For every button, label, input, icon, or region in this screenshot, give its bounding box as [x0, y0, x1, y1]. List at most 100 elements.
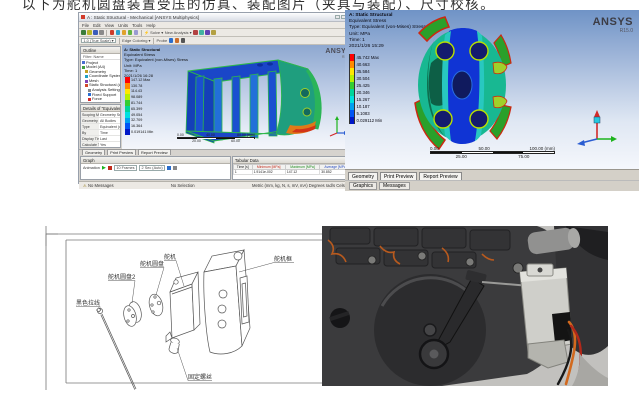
detail-value[interactable]: Last — [99, 136, 120, 141]
label-screw: 固定螺丝 — [188, 373, 212, 381]
chart-icon[interactable] — [173, 166, 177, 170]
duration-select[interactable]: 2 Sec (Auto) — [139, 165, 165, 171]
label-wire: 黑色拉线 — [76, 299, 100, 307]
toolbar-icon[interactable] — [110, 30, 115, 35]
play-icon[interactable] — [102, 166, 106, 170]
tabular-data-panel: Tabular Data Time [s] Minimum [MPa] Maxi… — [232, 156, 353, 180]
outline-header: Outline — [81, 47, 120, 54]
toolbar-icon[interactable] — [87, 30, 92, 35]
messages-icon: ⚠ — [83, 183, 87, 188]
assembly-drawing: 黑色拉线 舵机圆盘2 舵机圆盘 舵机 舵机框 固定螺丝 — [36, 226, 322, 390]
toolbar-icon[interactable] — [122, 30, 127, 35]
menu-tools[interactable]: Tools — [132, 23, 142, 28]
disk-triad-icon[interactable] — [573, 107, 617, 147]
messages-status[interactable]: No Messages — [88, 183, 114, 188]
tab-geometry[interactable]: Geometry — [82, 149, 105, 155]
disk-subtabs: Graphics Messages — [345, 180, 639, 191]
toolbar-icon[interactable] — [175, 38, 180, 43]
tab-print-preview[interactable]: Print Preview — [107, 149, 136, 155]
col-maximum[interactable]: Maximum [MPa] — [285, 165, 319, 170]
toolbar-icon[interactable] — [193, 30, 198, 35]
detail-value[interactable]: Yes — [99, 142, 120, 147]
analysis-icon — [85, 84, 88, 87]
disk-viewport[interactable]: A: Static Structural Equivalent Stress T… — [345, 10, 639, 169]
document-page: 以下为舵机圆盘装置受压的仿真、装配图片（夹具与装配）、尺寸校核。 A : Sta… — [0, 0, 639, 412]
tab-messages[interactable]: Messages — [379, 182, 410, 190]
label-disc2: 舵机圆盘2 — [108, 273, 136, 281]
detail-key: By — [81, 130, 99, 135]
edge-coloring-select[interactable]: Edge Coloring ▾ — [122, 38, 150, 43]
disk-result-view: A: Static Structural Equivalent Stress T… — [345, 10, 639, 191]
label-frame: 舵机框 — [274, 255, 292, 263]
detail-key: Type — [81, 124, 99, 129]
servo-disc2-part — [122, 300, 144, 327]
animation-label: Animation — [83, 166, 100, 170]
toolbar-icon[interactable] — [81, 30, 86, 35]
model-icon — [82, 66, 85, 69]
col-minimum[interactable]: Minimum [MPa] — [252, 165, 285, 170]
tab-graphics[interactable]: Graphics — [349, 182, 377, 190]
tree-item[interactable]: Solution (A6) — [82, 102, 119, 103]
selection-status: No Selection — [171, 183, 195, 188]
solve-button[interactable]: ⚡ Solve ▾ — [144, 30, 163, 35]
disk-fea-model — [405, 15, 519, 157]
menu-edit[interactable]: Edit — [93, 23, 101, 28]
detail-value[interactable]: Equivalent (von-Mises) — [99, 124, 120, 129]
toolbar-icon[interactable] — [99, 30, 104, 35]
result-scale-select[interactable]: 1.0 (True Scale) ▾ — [81, 38, 116, 44]
title-bar[interactable]: A : Static Structural - Mechanical [ANSY… — [79, 13, 354, 22]
disk-viewport-tabs: Geometry Print Preview Report Preview — [345, 169, 639, 180]
tab-print-preview[interactable]: Print Preview — [380, 172, 417, 180]
disk-stress-legend: 45.742 Max 40.663 35.584 30.504 25.425 2… — [349, 54, 382, 124]
toolbar-icon[interactable] — [93, 30, 98, 35]
menu-file[interactable]: File — [82, 23, 89, 28]
probe-button[interactable]: Probe — [157, 38, 168, 43]
outline-tree: Project Model (A4) Geometry Coordinate S… — [81, 60, 120, 103]
tab-report-preview[interactable]: Report Preview — [138, 149, 171, 155]
tab-geometry[interactable]: Geometry — [348, 172, 378, 180]
tab-report-preview[interactable]: Report Preview — [419, 172, 461, 180]
toolbar-icon[interactable] — [128, 30, 133, 35]
ansys-mechanical-window: A : Static Structural - Mechanical [ANSY… — [78, 12, 355, 184]
toolbar-icon[interactable] — [116, 30, 121, 35]
details-header: Details of "Equivalent Stress" — [81, 105, 120, 112]
sensor-bracket — [520, 264, 572, 368]
menu-bar: File Edit View Units Tools Help — [79, 22, 354, 29]
tabular-header: Tabular Data — [233, 157, 352, 164]
toolbar-icon[interactable] — [181, 38, 186, 43]
label-servo: 舵机 — [164, 253, 176, 261]
toolbar-icon[interactable] — [205, 30, 210, 35]
scale-ruler: 0.00 40.00 80.00 (mm) 20.00 60.00 — [177, 133, 255, 144]
frames-select[interactable]: 10 Frames — [114, 165, 137, 171]
detail-key: Display Time — [81, 136, 99, 141]
app-icon — [81, 15, 85, 19]
detail-value[interactable]: Geometry Selection — [99, 112, 120, 117]
export-icon[interactable] — [167, 166, 171, 170]
menu-view[interactable]: View — [105, 23, 114, 28]
graph-panel: Graph Animation 10 Frames 2 Sec (Auto) — [80, 156, 231, 180]
toolbar-icon[interactable] — [134, 30, 139, 35]
menu-help[interactable]: Help — [146, 23, 155, 28]
project-icon — [82, 61, 85, 64]
servo-frame-part — [204, 250, 250, 354]
toolbar-icon[interactable] — [199, 30, 204, 35]
settings-icon — [88, 89, 91, 92]
drawing-parts — [97, 250, 250, 390]
label-disc: 舵机圆盘 — [140, 260, 164, 268]
stop-icon[interactable] — [108, 166, 112, 170]
support-icon — [88, 93, 91, 96]
graph-header: Graph — [81, 157, 230, 164]
graphics-viewport[interactable]: A: Static Structural Equivalent Stress T… — [122, 45, 354, 149]
detail-value[interactable]: All Bodies — [99, 118, 120, 123]
servo-disc-part — [147, 293, 165, 317]
geometry-icon — [85, 70, 88, 73]
table-row[interactable]: 1 1.9141e-002 147.12 30.852 — [233, 170, 351, 175]
mesh-icon — [85, 80, 88, 83]
menu-units[interactable]: Units — [118, 23, 128, 28]
toolbar-icon[interactable] — [211, 30, 216, 35]
minimize-button[interactable] — [335, 15, 340, 19]
toolbar-icon[interactable] — [169, 38, 174, 43]
show-errors-button[interactable]: New Analysis ▾ — [165, 30, 192, 35]
disk-scale-ruler: 0.00 50.00 100.00 (mm) 25.00 75.00 — [430, 146, 555, 160]
detail-value[interactable]: Time — [99, 130, 120, 135]
